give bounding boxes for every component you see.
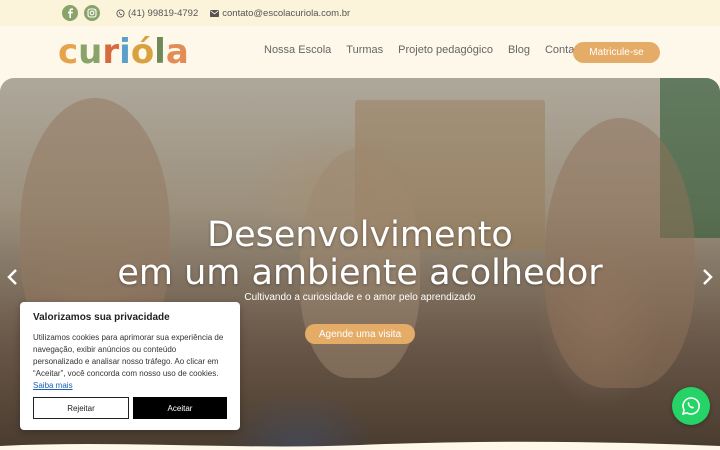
logo-letter: u [78,32,103,72]
nav-projeto-pedagogico[interactable]: Projeto pedagógico [398,44,493,56]
hero-title-line1: Desenvolvimento [207,215,513,255]
logo-letter: i [119,32,131,72]
slider-next-icon[interactable] [702,268,714,290]
email-contact[interactable]: contato@escolacuriola.com.br [210,8,350,19]
facebook-icon[interactable] [62,5,78,21]
site-logo[interactable]: curióla [58,34,189,70]
cookie-title: Valorizamos sua privacidade [33,312,170,323]
enroll-button[interactable]: Matricule-se [573,42,660,63]
nav-nossa-escola[interactable]: Nossa Escola [264,44,331,56]
cookie-description: Utilizamos cookies para aprimorar sua ex… [33,333,224,378]
phone-contact[interactable]: (41) 99819-4792 [116,8,198,19]
site-header: curióla Nossa Escola Turmas Projeto peda… [0,26,720,78]
whatsapp-chat-button[interactable] [672,387,710,425]
cookie-buttons: Rejeitar Aceitar [33,397,227,419]
cookie-consent-banner: Valorizamos sua privacidade Utilizamos c… [20,302,240,430]
logo-letter: ó [130,32,155,72]
email-address: contato@escolacuriola.com.br [222,7,351,19]
main-nav: Nossa Escola Turmas Projeto pedagógico B… [264,44,584,56]
cookie-text: Utilizamos cookies para aprimorar sua ex… [33,332,227,392]
slider-prev-icon[interactable] [6,268,18,290]
nav-blog[interactable]: Blog [508,44,530,56]
whatsapp-icon [116,8,125,18]
cookie-accept-button[interactable]: Aceitar [133,397,227,419]
logo-letter: c [58,32,79,72]
instagram-icon[interactable] [84,5,100,21]
top-bar: (41) 99819-4792 contato@escolacuriola.co… [0,0,720,26]
hero-title-line2: em um ambiente acolhedor [117,253,603,293]
nav-turmas[interactable]: Turmas [346,44,383,56]
phone-number: (41) 99819-4792 [128,7,199,19]
logo-letter: r [102,32,120,72]
logo-letter: a [165,32,189,72]
envelope-icon [210,9,220,17]
cookie-learn-more-link[interactable]: Saiba mais [33,381,73,390]
schedule-visit-button[interactable]: Agende uma visita [305,324,415,344]
hero-bottom-wave [0,441,720,450]
whatsapp-icon [681,397,700,416]
logo-letter: l [154,32,166,72]
cookie-reject-button[interactable]: Rejeitar [33,397,129,419]
